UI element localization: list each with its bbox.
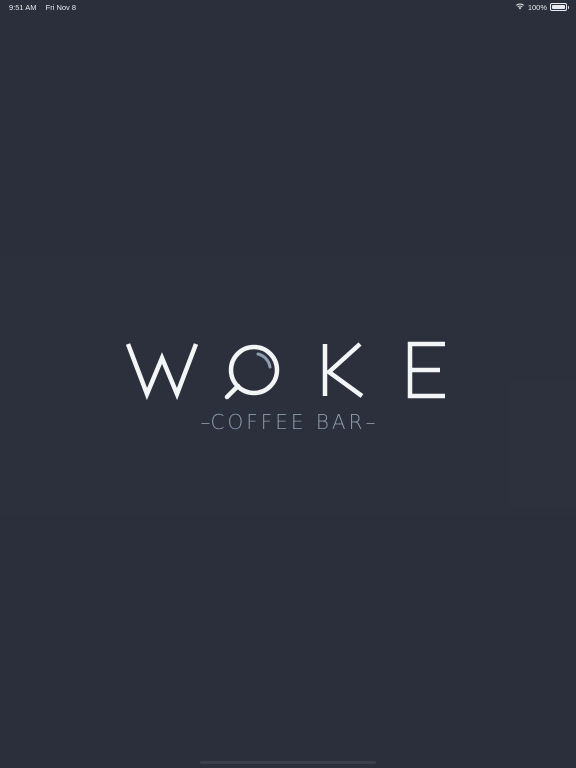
battery-icon (550, 3, 569, 11)
wifi-icon (515, 2, 525, 12)
status-right: 100% (515, 2, 569, 12)
logo-tagline: –COFFEE BAR– (0, 410, 576, 434)
battery-percent: 100% (527, 2, 547, 12)
tagline-text: COFFEE BAR (210, 410, 366, 434)
status-time: 9:51 AM (9, 3, 37, 12)
status-left: 9:51 AM Fri Nov 8 (9, 3, 76, 12)
home-indicator[interactable] (200, 761, 376, 764)
logo-letter-w (125, 343, 199, 401)
splash-screen: 9:51 AM Fri Nov 8 100% –COFFEE BAR– (0, 0, 576, 768)
tagline-dash-left: – (200, 410, 211, 434)
tagline-dash-right: – (365, 410, 376, 434)
status-date: Fri Nov 8 (45, 3, 77, 12)
battery-fill (552, 5, 565, 9)
logo-wordmark (125, 341, 445, 401)
logo-letter-o (224, 344, 280, 400)
status-bar: 9:51 AM Fri Nov 8 100% (0, 0, 576, 14)
logo-letter-k (322, 342, 364, 398)
logo-letter-e (407, 341, 445, 399)
